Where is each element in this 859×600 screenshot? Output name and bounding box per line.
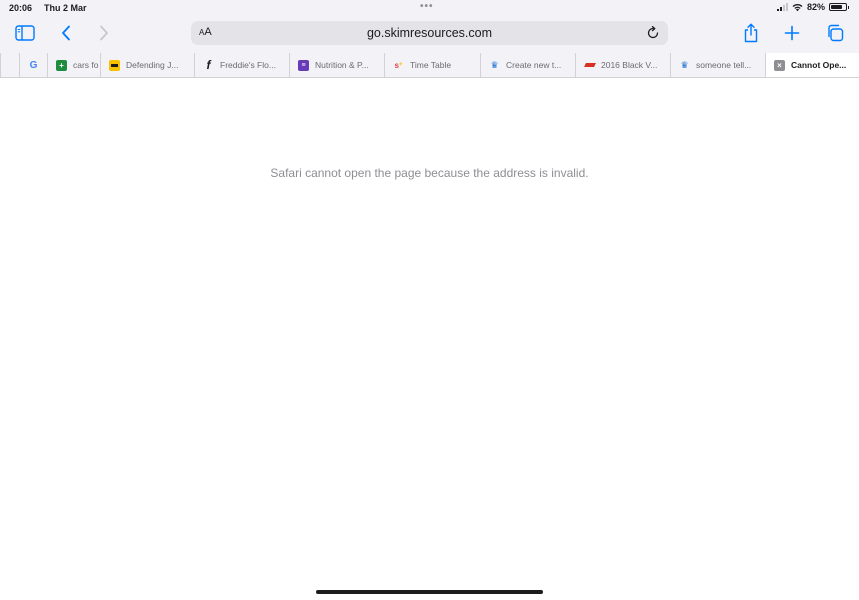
tab-title: Cannot Ope... — [791, 60, 847, 70]
tab-freddies[interactable]: f Freddie's Flo... — [194, 53, 289, 77]
battery-fill — [831, 5, 843, 9]
tab-create-new[interactable]: ♛ Create new t... — [480, 53, 575, 77]
wifi-icon — [792, 3, 803, 11]
browser-chrome: 20:06 Thu 2 Mar ••• 82% AA go.skimresour… — [0, 0, 859, 78]
tab-2016-black[interactable]: 2016 Black V... — [575, 53, 670, 77]
tab-title: Time Table — [410, 60, 452, 70]
freddies-icon: f — [206, 58, 211, 72]
multitasking-dots-icon[interactable]: ••• — [420, 1, 434, 12]
tab-title: Freddie's Flo... — [220, 60, 276, 70]
status-indicators: 82% — [776, 2, 849, 12]
forms-icon: ≡ — [298, 59, 309, 71]
tabs-overview-icon — [828, 24, 844, 42]
share-button[interactable] — [740, 22, 762, 44]
tab-title: Create new t... — [506, 60, 562, 70]
battery-icon — [829, 3, 849, 11]
crown-icon: ♛ — [490, 59, 499, 70]
tab-title: Defending J... — [126, 60, 179, 70]
tab-cars[interactable]: + cars fo — [47, 53, 100, 77]
site-icon — [583, 60, 596, 71]
status-time: 20:06 — [9, 3, 33, 13]
tab-defending[interactable]: Defending J... — [100, 53, 194, 77]
tab-title: someone tell... — [696, 60, 752, 70]
status-date: Thu 2 Mar — [44, 3, 87, 13]
plus-icon — [784, 25, 800, 41]
tab-strip: G + cars fo Defending J... f Freddie's F… — [0, 53, 859, 77]
home-indicator[interactable] — [316, 590, 543, 594]
battery-percentage: 82% — [806, 2, 825, 12]
url-text[interactable]: go.skimresources.com — [191, 26, 668, 40]
tab-someone-tell[interactable]: ♛ someone tell... — [670, 53, 765, 77]
share-icon — [744, 23, 758, 43]
google-icon: G — [29, 59, 38, 71]
tab-timetable[interactable]: s + Time Table — [384, 53, 480, 77]
tab-cannot-open[interactable]: × Cannot Ope... — [765, 53, 859, 77]
sheets-icon: + — [56, 59, 67, 71]
tab-title: cars fo — [73, 60, 99, 70]
back-button[interactable] — [55, 22, 77, 44]
address-bar[interactable]: AA go.skimresources.com — [191, 21, 668, 45]
tab-overview-button[interactable] — [824, 22, 846, 44]
reload-icon — [647, 26, 659, 39]
tab-title: Nutrition & P... — [315, 60, 369, 70]
chevron-right-icon — [100, 25, 108, 41]
site-icon — [109, 59, 120, 71]
tab-google[interactable]: G — [19, 53, 47, 77]
new-tab-button[interactable] — [781, 22, 803, 44]
chevron-left-icon — [62, 25, 70, 41]
crown-icon: ♛ — [680, 59, 689, 70]
tab-title: 2016 Black V... — [601, 60, 658, 70]
sidebar-icon — [15, 25, 35, 41]
tab-strip-spacer — [0, 53, 19, 77]
sidebar-button[interactable] — [14, 22, 36, 44]
error-message: Safari cannot open the page because the … — [270, 166, 589, 180]
status-bar: 20:06 Thu 2 Mar ••• 82% — [0, 0, 859, 17]
forward-button[interactable] — [93, 22, 115, 44]
close-tab-icon[interactable]: × — [774, 59, 785, 71]
cellular-signal-icon — [776, 3, 788, 11]
reload-button[interactable] — [644, 24, 662, 42]
timetable-icon: s + — [394, 60, 403, 70]
tab-nutrition[interactable]: ≡ Nutrition & P... — [289, 53, 384, 77]
